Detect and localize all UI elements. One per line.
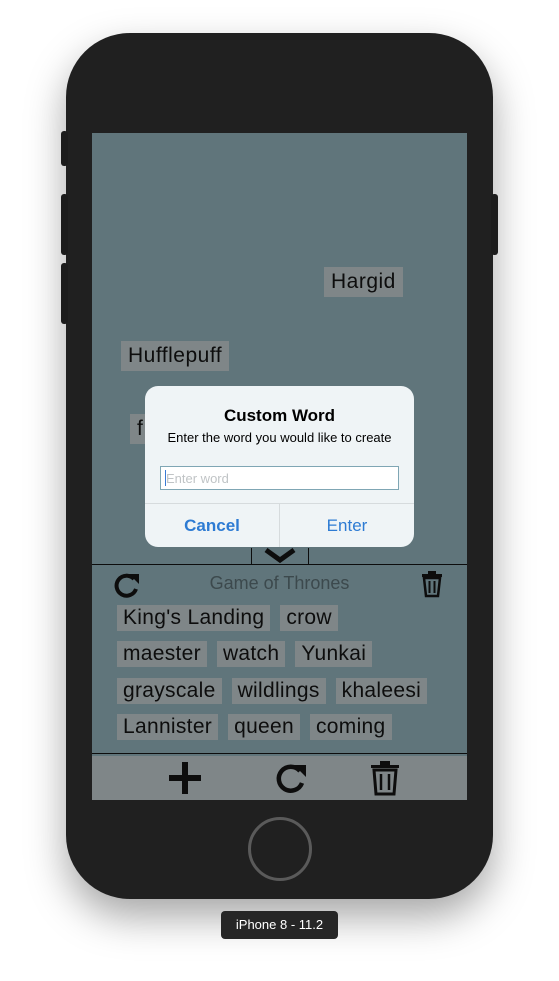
device-label: iPhone 8 - 11.2 xyxy=(221,911,338,939)
cancel-button[interactable]: Cancel xyxy=(145,504,279,547)
dialog-message: Enter the word you would like to create xyxy=(167,430,392,445)
word-input[interactable] xyxy=(160,466,399,490)
power-button xyxy=(491,194,498,255)
home-button[interactable] xyxy=(248,817,312,881)
app-screen: Hargid Hufflepuff f Game of Thrones King… xyxy=(92,133,467,800)
volume-up-button xyxy=(61,194,68,255)
enter-button[interactable]: Enter xyxy=(280,504,414,547)
text-cursor xyxy=(165,470,166,486)
dialog-title: Custom Word xyxy=(223,406,336,425)
custom-word-dialog: Custom Word Enter the word you would lik… xyxy=(145,386,414,547)
mute-switch xyxy=(61,131,68,166)
volume-down-button xyxy=(61,263,68,324)
